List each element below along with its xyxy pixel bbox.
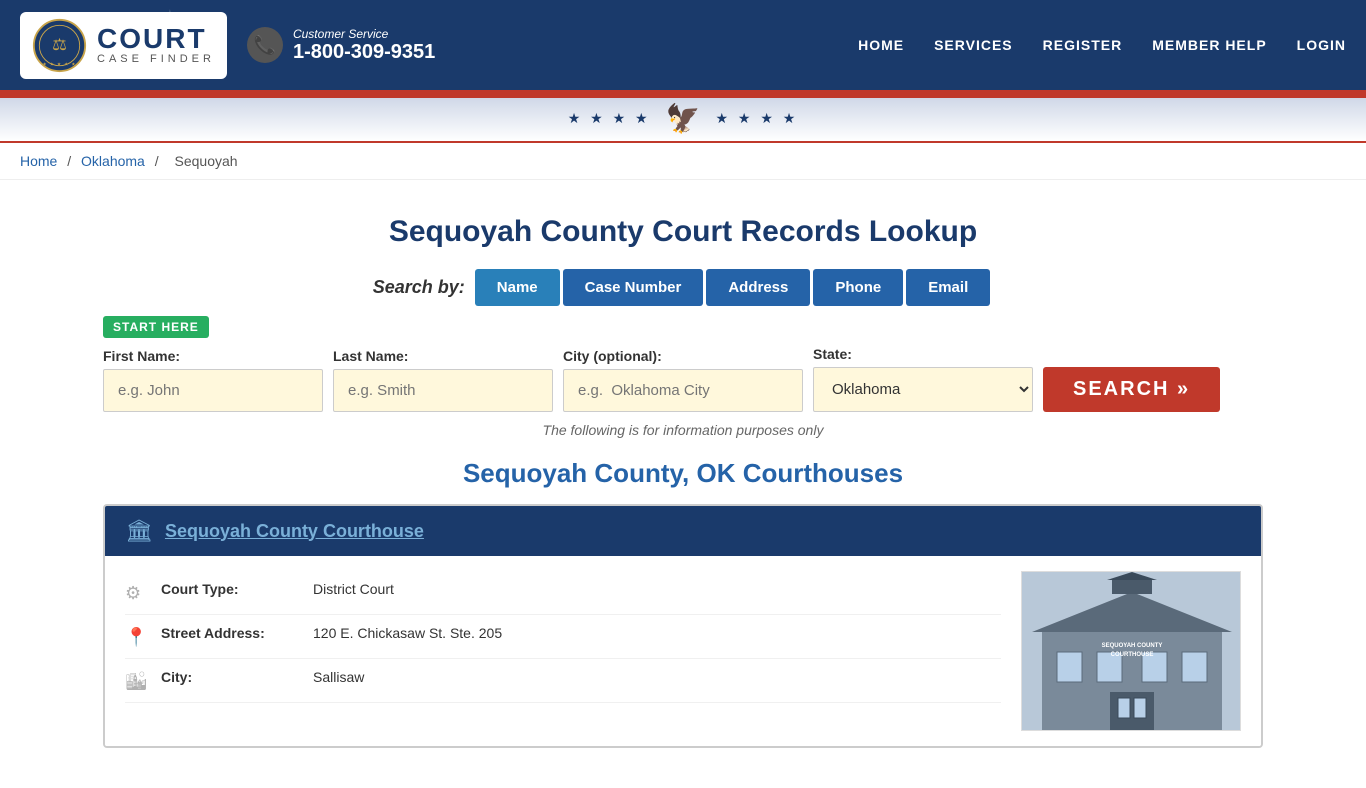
search-button[interactable]: SEARCH » bbox=[1043, 367, 1220, 412]
breadcrumb: Home / Oklahoma / Sequoyah bbox=[0, 143, 1366, 180]
tab-name[interactable]: Name bbox=[475, 269, 560, 306]
svg-text:⚖: ⚖ bbox=[52, 36, 67, 54]
search-by-row: Search by: Name Case Number Address Phon… bbox=[103, 269, 1263, 306]
tab-phone[interactable]: Phone bbox=[813, 269, 903, 306]
stars-right: ★ ★ ★ ★ bbox=[715, 110, 798, 127]
courthouse-details: ⚙ Court Type: District Court 📍 Street Ad… bbox=[125, 571, 1001, 731]
seal-icon: ⚖ ★ ★ ★ ★ ★ bbox=[32, 18, 87, 73]
first-name-group: First Name: bbox=[103, 348, 333, 412]
state-group: State: Oklahoma bbox=[813, 346, 1043, 412]
header-ribbon bbox=[0, 90, 1366, 98]
breadcrumb-home[interactable]: Home bbox=[20, 153, 57, 169]
header-phone: 📞 Customer Service 1-800-309-9351 bbox=[247, 27, 435, 64]
logo-link[interactable]: ⚖ ★ ★ ★ ★ ★ COURT CASE FINDER bbox=[20, 12, 227, 79]
eagle-icon: 🦅 bbox=[666, 102, 701, 135]
city-label: City (optional): bbox=[563, 348, 813, 364]
tab-case-number[interactable]: Case Number bbox=[563, 269, 704, 306]
city-detail-label: City: bbox=[161, 669, 301, 685]
breadcrumb-sep-1: / bbox=[67, 153, 75, 169]
first-name-input[interactable] bbox=[103, 369, 323, 412]
phone-number: 1-800-309-9351 bbox=[293, 41, 435, 64]
page-title: Sequoyah County Court Records Lookup bbox=[103, 215, 1263, 249]
last-name-label: Last Name: bbox=[333, 348, 563, 364]
breadcrumb-county: Sequoyah bbox=[175, 153, 238, 169]
first-name-label: First Name: bbox=[103, 348, 333, 364]
detail-row-address: 📍 Street Address: 120 E. Chickasaw St. S… bbox=[125, 615, 1001, 659]
city-detail-value: Sallisaw bbox=[313, 669, 364, 685]
courthouse-image: SEQUOYAH COUNTY COURTHOUSE bbox=[1021, 571, 1241, 731]
phone-icon: 📞 bbox=[247, 27, 283, 63]
last-name-group: Last Name: bbox=[333, 348, 563, 412]
court-type-value: District Court bbox=[313, 581, 394, 597]
breadcrumb-state[interactable]: Oklahoma bbox=[81, 153, 145, 169]
tab-email[interactable]: Email bbox=[906, 269, 990, 306]
address-icon: 📍 bbox=[125, 627, 149, 648]
svg-text:SEQUOYAH COUNTY: SEQUOYAH COUNTY bbox=[1102, 643, 1163, 649]
courthouse-body: ⚙ Court Type: District Court 📍 Street Ad… bbox=[105, 556, 1261, 746]
nav-login[interactable]: LOGIN bbox=[1297, 37, 1346, 53]
last-name-input[interactable] bbox=[333, 369, 553, 412]
state-select[interactable]: Oklahoma bbox=[813, 367, 1033, 412]
search-form-row: First Name: Last Name: City (optional): … bbox=[103, 346, 1263, 412]
court-type-label: Court Type: bbox=[161, 581, 301, 597]
nav-member-help[interactable]: MEMBER HELP bbox=[1152, 37, 1266, 53]
phone-label: Customer Service bbox=[293, 27, 435, 41]
svg-text:COURTHOUSE: COURTHOUSE bbox=[1111, 652, 1154, 658]
breadcrumb-sep-2: / bbox=[155, 153, 163, 169]
nav-home[interactable]: HOME bbox=[858, 37, 904, 53]
logo-court-label: COURT bbox=[97, 25, 215, 53]
eagle-banner: ★ ★ ★ ★ 🦅 ★ ★ ★ ★ bbox=[0, 98, 1366, 143]
courthouse-icon: 🏛 bbox=[125, 518, 153, 544]
city-icon: 🏙 bbox=[125, 671, 149, 692]
address-label: Street Address: bbox=[161, 625, 301, 641]
nav-services[interactable]: SERVICES bbox=[934, 37, 1013, 53]
site-header: ★ ★ ★ ★ ★ ★ ★ ★ ⚖ ★ ★ ★ ★ ★ COURT CASE F… bbox=[0, 0, 1366, 90]
courthouse-name[interactable]: Sequoyah County Courthouse bbox=[165, 521, 424, 542]
form-container: START HERE First Name: Last Name: City (… bbox=[103, 316, 1263, 412]
start-here-badge: START HERE bbox=[103, 316, 209, 338]
city-input[interactable] bbox=[563, 369, 803, 412]
info-note: The following is for information purpose… bbox=[103, 422, 1263, 438]
search-section: Search by: Name Case Number Address Phon… bbox=[103, 269, 1263, 438]
phone-text: Customer Service 1-800-309-9351 bbox=[293, 27, 435, 64]
address-value: 120 E. Chickasaw St. Ste. 205 bbox=[313, 625, 502, 641]
state-label: State: bbox=[813, 346, 1043, 362]
logo-text: COURT CASE FINDER bbox=[97, 25, 215, 65]
svg-text:★ ★ ★ ★ ★: ★ ★ ★ ★ ★ bbox=[43, 61, 77, 66]
court-type-icon: ⚙ bbox=[125, 583, 149, 604]
logo-casefinder-label: CASE FINDER bbox=[97, 53, 215, 65]
detail-row-city: 🏙 City: Sallisaw bbox=[125, 659, 1001, 703]
courthouse-card: 🏛 Sequoyah County Courthouse ⚙ Court Typ… bbox=[103, 504, 1263, 748]
header-left: ⚖ ★ ★ ★ ★ ★ COURT CASE FINDER 📞 Customer… bbox=[20, 12, 435, 79]
nav-register[interactable]: REGISTER bbox=[1043, 37, 1123, 53]
courthouses-title: Sequoyah County, OK Courthouses bbox=[103, 458, 1263, 489]
stars-left: ★ ★ ★ ★ bbox=[568, 110, 651, 127]
main-content: Sequoyah County Court Records Lookup Sea… bbox=[83, 180, 1283, 788]
main-nav: HOME SERVICES REGISTER MEMBER HELP LOGIN bbox=[858, 37, 1346, 53]
city-group: City (optional): bbox=[563, 348, 813, 412]
courthouse-header: 🏛 Sequoyah County Courthouse bbox=[105, 506, 1261, 556]
detail-row-court-type: ⚙ Court Type: District Court bbox=[125, 571, 1001, 615]
tab-address[interactable]: Address bbox=[706, 269, 810, 306]
courthouse-image-svg: SEQUOYAH COUNTY COURTHOUSE bbox=[1022, 572, 1241, 731]
search-by-label: Search by: bbox=[373, 277, 465, 298]
